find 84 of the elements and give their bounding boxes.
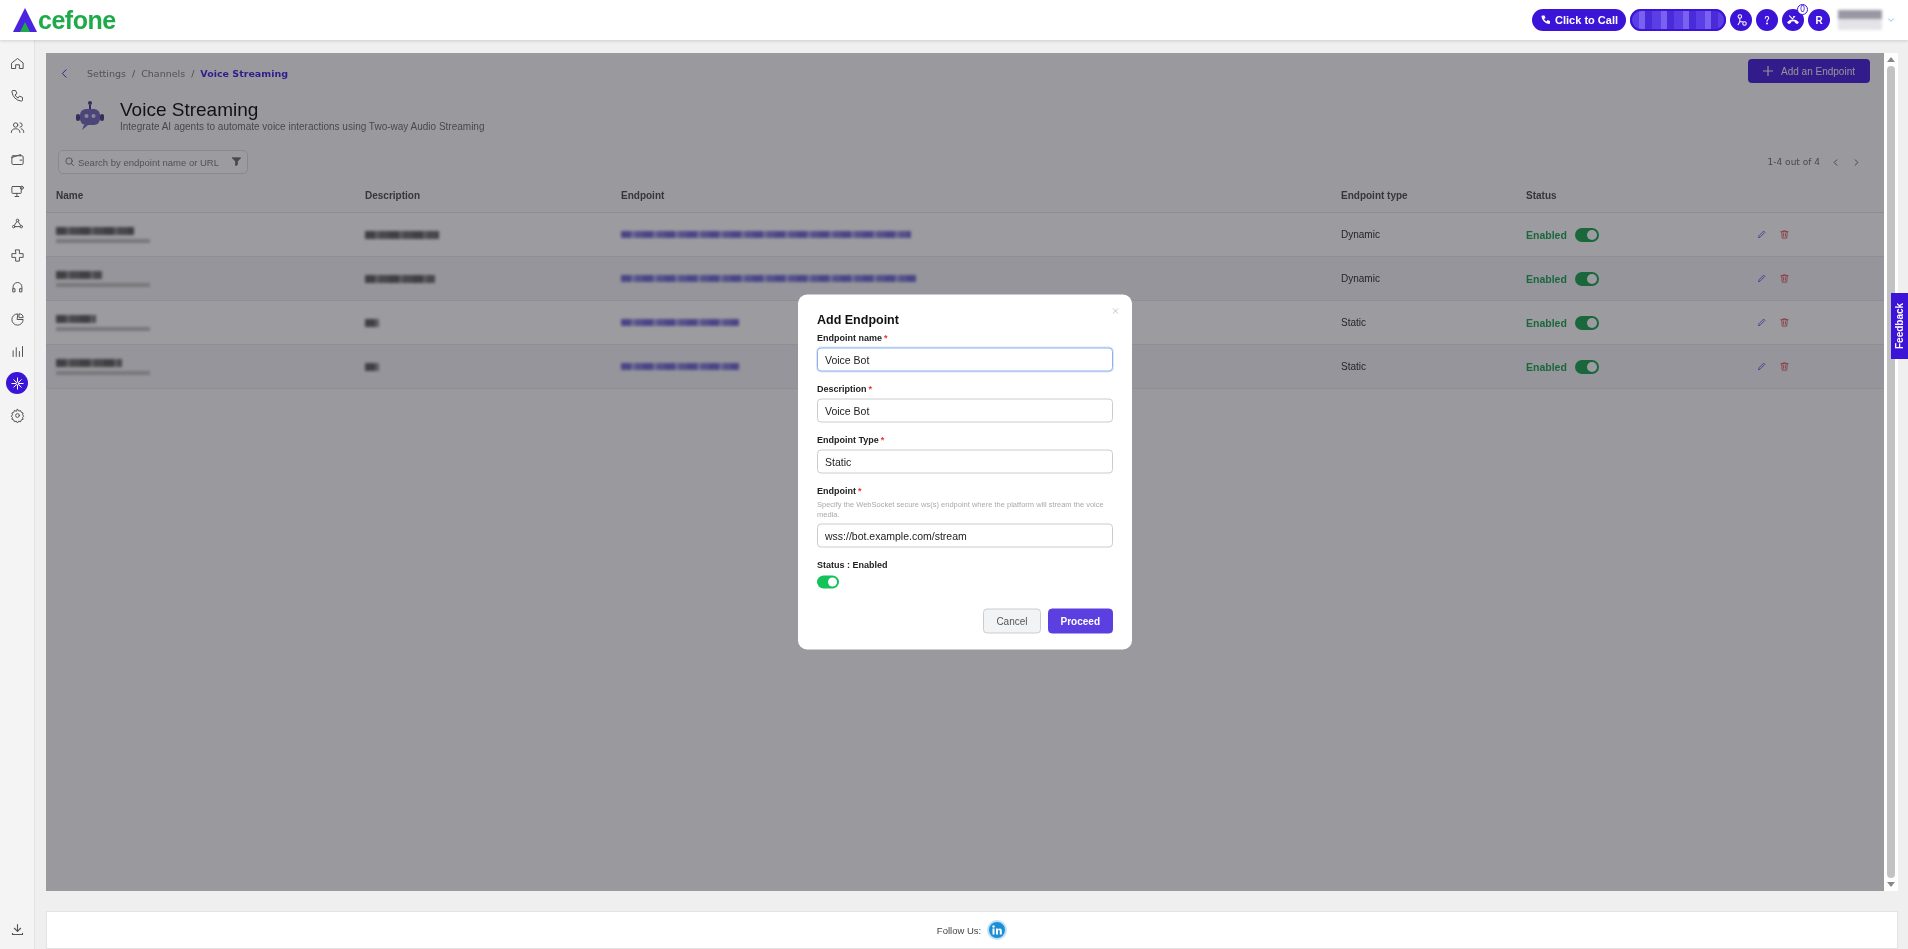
field-label: Endpoint * (817, 485, 863, 496)
settings-icon (9, 407, 25, 423)
status-label: Status : Enabled (817, 559, 889, 570)
scroll-down-icon[interactable] (1887, 882, 1895, 888)
breadcrumb-separator: / (191, 67, 195, 79)
input-field[interactable]: wss://bot.example.com/stream (817, 523, 1113, 548)
linkedin-icon[interactable] (987, 920, 1008, 941)
field-label: Endpoint Type * (817, 434, 886, 445)
breadcrumb-separator: / (131, 67, 136, 79)
redacted-description (365, 362, 379, 371)
trash-icon[interactable] (1779, 361, 1790, 372)
column-header: Description (365, 189, 420, 201)
missed-call-icon (1786, 13, 1800, 27)
user-avatar[interactable]: R (1808, 9, 1830, 31)
robot-icon (74, 99, 106, 132)
table-cell: Static (1341, 361, 1366, 372)
cross-icon (9, 247, 25, 263)
pagination-range: 1-4 out of 4 (1767, 157, 1820, 167)
missed-calls-badge: 0 (1797, 4, 1808, 15)
redacted-description (365, 318, 379, 327)
bar-chart-icon (9, 343, 25, 359)
nodes-icon (9, 215, 25, 231)
input-field[interactable]: Voice Bot (817, 398, 1113, 423)
status-toggle[interactable] (1574, 359, 1599, 374)
click-to-call-button[interactable]: Click to Call (1532, 9, 1626, 31)
help-button[interactable] (1756, 9, 1778, 31)
table-cell: Dynamic (1341, 273, 1380, 284)
breadcrumb-item: Voice Streaming (200, 67, 288, 79)
feedback-tab[interactable]: Feedback (1891, 293, 1908, 359)
status-toggle[interactable] (1574, 271, 1599, 286)
redacted-number[interactable] (1630, 9, 1726, 31)
redacted-description (365, 274, 435, 283)
phone-icon (1540, 14, 1553, 26)
users-icon (9, 119, 25, 135)
scrollbar-thumb[interactable] (1887, 66, 1895, 879)
input-field[interactable]: Static (817, 449, 1113, 474)
search-field[interactable]: Search by endpoint name or URL (58, 150, 248, 174)
trash-icon[interactable] (1779, 317, 1790, 328)
sidebar-item[interactable] (6, 372, 28, 394)
status-text: Enabled (1526, 272, 1567, 285)
field-label: Endpoint name * (817, 332, 889, 343)
cancel-button[interactable]: Cancel (983, 608, 1041, 634)
add-endpoint-button[interactable]: Add an Endpoint (1748, 59, 1870, 83)
scroll-up-icon[interactable] (1887, 57, 1895, 62)
table-cell: Static (1341, 317, 1366, 328)
page-subtitle: Integrate AI agents to automate voice interactions using Two-way Audio Streaming (120, 121, 485, 132)
pie-chart-icon (9, 311, 25, 327)
redacted-user-name (1838, 10, 1882, 30)
pencil-icon[interactable] (1757, 273, 1767, 283)
status-text: Enabled (1526, 228, 1567, 241)
logo: cefone (12, 7, 116, 33)
wallet-icon (9, 151, 25, 167)
field-label: Description * (817, 383, 874, 394)
status-text: Enabled (1526, 360, 1567, 373)
dialog-title: Add Endpoint (817, 312, 900, 327)
phone-icon (9, 87, 25, 103)
person-icon (1734, 13, 1748, 27)
network-icon (9, 375, 25, 391)
follow-us-label: Follow Us: (936, 924, 982, 936)
column-header: Status (1526, 189, 1557, 201)
pencil-icon[interactable] (1757, 361, 1767, 371)
input-field[interactable]: Voice Bot (817, 347, 1113, 372)
trash-icon[interactable] (1779, 229, 1790, 240)
pencil-icon[interactable] (1757, 229, 1767, 239)
table-cell: Dynamic (1341, 229, 1380, 240)
trash-icon[interactable] (1779, 273, 1790, 284)
home-icon (9, 55, 25, 71)
page-title: Voice Streaming (120, 99, 260, 121)
plus-icon (1763, 66, 1773, 76)
monitor-icon (9, 183, 25, 199)
search-icon (64, 156, 75, 167)
status-text: Enabled (1526, 316, 1567, 329)
status-toggle[interactable] (1574, 315, 1599, 330)
status-toggle[interactable] (1574, 227, 1599, 242)
column-header: Endpoint (621, 189, 665, 201)
column-header: Endpoint type (1341, 189, 1408, 201)
headset-icon (9, 279, 25, 295)
status-toggle[interactable] (817, 575, 839, 589)
column-header: Name (56, 189, 84, 201)
download-icon[interactable] (9, 922, 25, 937)
filter-icon[interactable] (231, 156, 242, 167)
pencil-icon[interactable] (1757, 317, 1767, 327)
proceed-button[interactable]: Proceed (1047, 608, 1113, 634)
agent-status-button[interactable] (1730, 9, 1752, 31)
